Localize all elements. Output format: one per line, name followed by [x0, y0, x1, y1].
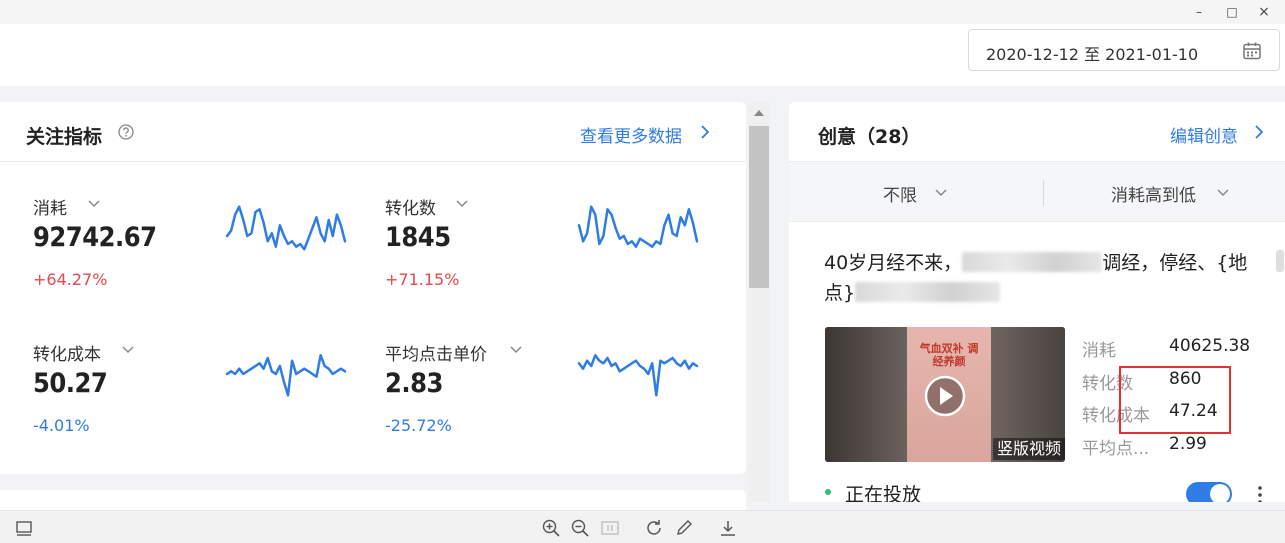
chevron-down-icon[interactable] [509, 344, 523, 356]
panel-toggle-icon[interactable] [14, 518, 34, 538]
card-divider [0, 161, 746, 162]
zoom-out-icon[interactable] [570, 518, 590, 538]
sparkline [577, 205, 699, 248]
thumbnail-caption: 气血双补 调经养颜 [919, 342, 979, 368]
stat-value: 40625.38 [1169, 336, 1251, 356]
metric-change: +71.15% [385, 270, 460, 289]
focus-metrics-title: 关注指标 [26, 126, 103, 148]
edit-creative-link[interactable]: 编辑创意 [1170, 122, 1238, 147]
ad-title-text: 调经，停经、{地 [1102, 252, 1248, 274]
metric-cost: 消耗 92742.67 +64.27% [33, 194, 373, 324]
zoom-in-icon[interactable] [541, 518, 561, 538]
date-range-picker[interactable]: 2020-12-12 至 2021-01-10 [968, 29, 1280, 71]
chevron-right-icon[interactable] [1252, 124, 1266, 140]
metric-change: -25.72% [385, 416, 452, 435]
annotation-highlight-box [1119, 366, 1231, 434]
ad-title[interactable]: 40岁月经不来， 调经，停经、{地 点} [824, 248, 1279, 308]
more-vertical-icon[interactable] [1256, 484, 1264, 502]
minimize-button[interactable]: – [1188, 2, 1210, 22]
next-card-top [0, 490, 746, 510]
vertical-scrollbar[interactable] [748, 102, 770, 502]
delivery-status: 正在投放 [845, 484, 922, 502]
stat-value: 2.99 [1169, 434, 1207, 454]
metric-value: 1845 [385, 222, 451, 253]
metric-label[interactable]: 转化数 [385, 194, 436, 219]
metric-label[interactable]: 转化成本 [33, 340, 101, 365]
scrollbar-thumb[interactable] [749, 126, 769, 288]
redacted-text [962, 252, 1103, 272]
header-bar: 2020-12-12 至 2021-01-10 [0, 24, 1285, 86]
metric-change: +64.27% [33, 270, 108, 289]
chevron-down-icon[interactable] [1216, 187, 1230, 199]
vertical-video-badge: 竖版视频 [993, 438, 1065, 460]
creative-card: 创意（28） 编辑创意 不限 消耗高到低 40岁月经不来， 调经，停经、{地 点}… [789, 102, 1285, 502]
creative-filter-bar: 不限 消耗高到低 [789, 161, 1285, 222]
window-titlebar: – □ × [0, 0, 1285, 24]
focus-metrics-card: 关注指标 查看更多数据 消耗 92742.67 +64.27% 转化数 1845… [0, 102, 746, 474]
delivery-toggle[interactable] [1186, 482, 1232, 502]
metric-conversion-cost: 转化成本 50.27 -4.01% [33, 340, 373, 470]
question-circle-icon[interactable] [118, 124, 134, 140]
redacted-text [855, 282, 1001, 302]
sparkline [225, 354, 347, 397]
sparkline [225, 205, 347, 251]
creative-title: 创意（28） [818, 126, 921, 148]
calendar-icon[interactable] [1242, 41, 1262, 61]
sparkline [577, 354, 699, 397]
scope-filter[interactable]: 不限 [883, 181, 917, 206]
metric-conversions: 转化数 1845 +71.15% [385, 194, 725, 324]
video-thumbnail[interactable]: 气血双补 调经养颜 竖版视频 [825, 327, 1065, 462]
metric-value: 2.83 [385, 368, 443, 399]
actual-size-icon[interactable] [600, 518, 620, 538]
chevron-down-icon[interactable] [87, 198, 101, 210]
thumbnail-bg [825, 327, 907, 462]
sort-filter[interactable]: 消耗高到低 [1111, 181, 1196, 206]
play-icon[interactable] [924, 375, 966, 417]
chevron-down-icon[interactable] [934, 187, 948, 199]
scroll-up-arrow-icon[interactable] [753, 108, 765, 118]
edit-pencil-icon[interactable] [674, 518, 694, 538]
ad-title-text: 点} [824, 282, 856, 304]
viewer-toolbar [0, 510, 1285, 543]
filter-divider [1043, 180, 1044, 206]
ad-title-text: 40岁月经不来， [824, 252, 963, 274]
chevron-down-icon[interactable] [121, 344, 135, 356]
rotate-icon[interactable] [644, 518, 664, 538]
metric-value: 50.27 [33, 368, 108, 399]
metric-avg-cpc: 平均点击单价 2.83 -25.72% [385, 340, 725, 470]
status-dot [825, 489, 831, 495]
metric-label[interactable]: 消耗 [33, 194, 67, 219]
chevron-right-icon[interactable] [698, 124, 712, 140]
date-range-text: 2020-12-12 至 2021-01-10 [986, 45, 1199, 64]
metric-value: 92742.67 [33, 222, 157, 253]
download-icon[interactable] [718, 518, 738, 538]
close-button[interactable]: × [1253, 2, 1275, 22]
stat-label: 平均点... [1082, 439, 1150, 459]
metric-change: -4.01% [33, 416, 90, 435]
toggle-knob [1210, 484, 1230, 502]
metric-label[interactable]: 平均点击单价 [385, 340, 487, 365]
inner-scroll-indicator [1276, 250, 1284, 272]
maximize-button[interactable]: □ [1221, 2, 1243, 22]
chevron-down-icon[interactable] [455, 198, 469, 210]
view-more-data-link[interactable]: 查看更多数据 [580, 122, 682, 147]
stat-label: 消耗 [1082, 341, 1116, 361]
